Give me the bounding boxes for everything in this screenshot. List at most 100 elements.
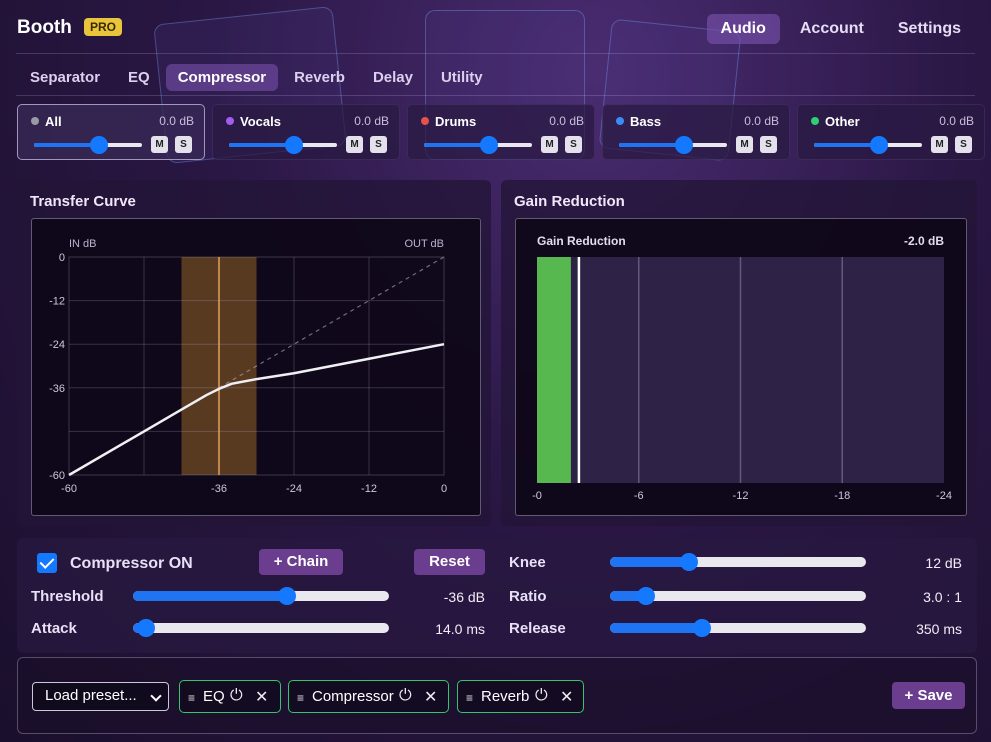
stem-other[interactable]: Other 0.0 dB M S <box>797 104 985 160</box>
stem-color-dot <box>226 117 234 125</box>
gain-reduction-panel: Gain Reduction Gain Reduction -2.0 dB -0 -6… <box>501 180 977 526</box>
close-icon[interactable]: ✕ <box>560 687 573 707</box>
y-tick-label: -12 <box>49 296 65 308</box>
drag-handle-icon[interactable]: ≡ <box>188 691 195 705</box>
slider-thumb[interactable] <box>284 136 303 154</box>
compressor-controls: Compressor ON + Chain Reset Threshold -3… <box>17 538 977 653</box>
stem-all[interactable]: All 0.0 dB M S <box>17 104 205 160</box>
power-icon[interactable]: ⏻ <box>535 687 548 705</box>
stem-gain-slider[interactable] <box>814 136 922 154</box>
tab-account[interactable]: Account <box>786 14 878 44</box>
tab-audio[interactable]: Audio <box>706 14 780 44</box>
stem-gain-value: 0.0 dB <box>744 114 779 128</box>
compressor-on-checkbox[interactable] <box>37 553 57 573</box>
knee-value: 12 dB <box>925 555 962 571</box>
drag-handle-icon[interactable]: ≡ <box>466 691 473 705</box>
add-to-chain-button[interactable]: + Chain <box>259 549 343 575</box>
x-tick-label: -12 <box>361 483 377 495</box>
stem-gain-slider[interactable] <box>34 136 142 154</box>
slider-thumb[interactable] <box>136 619 155 637</box>
solo-button[interactable]: S <box>760 136 777 153</box>
mute-button[interactable]: M <box>346 136 363 153</box>
stem-color-dot <box>616 117 624 125</box>
x-tick-label: -24 <box>286 483 302 495</box>
stem-gain-slider[interactable] <box>424 136 532 154</box>
chain-item-reverb[interactable]: ≡ Reverb ⏻ ✕ <box>457 680 584 713</box>
drag-handle-icon[interactable]: ≡ <box>297 691 304 705</box>
power-icon[interactable]: ⏻ <box>230 687 243 705</box>
tab-eq[interactable]: EQ <box>116 64 162 91</box>
stem-name: Other <box>825 114 860 129</box>
pro-badge: PRO <box>84 18 123 36</box>
slider-thumb[interactable] <box>693 619 712 637</box>
power-icon[interactable]: ⏻ <box>399 687 412 705</box>
y-tick-label: -60 <box>49 470 65 482</box>
slider-thumb[interactable] <box>636 587 655 605</box>
slider-thumb[interactable] <box>869 136 888 154</box>
chain-item-compressor[interactable]: ≡ Compressor ⏻ ✕ <box>288 680 449 713</box>
transfer-curve-plot: IN dB OUT dB 0 -12 -24 -36 -60 -60 -36 -24 -12 0 <box>31 218 481 516</box>
attack-slider[interactable] <box>133 619 389 637</box>
release-slider[interactable] <box>610 619 866 637</box>
threshold-value: -36 dB <box>443 589 485 605</box>
release-value: 350 ms <box>916 621 962 637</box>
stem-gain-value: 0.0 dB <box>354 114 389 128</box>
module-tabs: Separator EQ Compressor Reverb Delay Uti… <box>18 64 495 91</box>
knee-slider[interactable] <box>610 553 866 571</box>
attack-label: Attack <box>31 620 77 637</box>
tab-compressor[interactable]: Compressor <box>165 64 279 91</box>
tab-utility[interactable]: Utility <box>429 64 495 91</box>
stem-name: Vocals <box>240 114 281 129</box>
save-preset-button[interactable]: + Save <box>892 682 965 709</box>
meter-tick-label: -0 <box>532 490 542 502</box>
chevron-down-icon <box>150 690 162 702</box>
tab-separator[interactable]: Separator <box>18 64 112 91</box>
stem-gain-slider[interactable] <box>619 136 727 154</box>
top-navigation: Audio Account Settings <box>706 14 975 44</box>
slider-thumb[interactable] <box>479 136 498 154</box>
mute-button[interactable]: M <box>931 136 948 153</box>
stem-strip: All 0.0 dB M S Vocals 0.0 dB M S Drums 0… <box>17 104 985 160</box>
solo-button[interactable]: S <box>565 136 582 153</box>
ratio-slider[interactable] <box>610 587 866 605</box>
x-tick-label: -36 <box>211 483 227 495</box>
solo-button[interactable]: S <box>955 136 972 153</box>
slider-thumb[interactable] <box>89 136 108 154</box>
slider-thumb[interactable] <box>674 136 693 154</box>
tab-delay[interactable]: Delay <box>361 64 425 91</box>
slider-thumb[interactable] <box>680 553 699 571</box>
threshold-slider[interactable] <box>133 587 389 605</box>
meter-tick-label: -6 <box>634 490 644 502</box>
tab-settings[interactable]: Settings <box>884 14 975 44</box>
reset-button[interactable]: Reset <box>414 549 485 575</box>
close-icon[interactable]: ✕ <box>424 687 437 707</box>
app-header: Booth PRO Audio Account Settings <box>0 0 991 54</box>
gain-reduction-value: -2.0 dB <box>904 234 944 248</box>
close-icon[interactable]: ✕ <box>255 687 268 707</box>
stem-name: All <box>45 114 62 129</box>
header-divider <box>16 53 975 54</box>
stem-bass[interactable]: Bass 0.0 dB M S <box>602 104 790 160</box>
stem-gain-value: 0.0 dB <box>549 114 584 128</box>
chain-item-eq[interactable]: ≡ EQ ⏻ ✕ <box>179 680 281 713</box>
meter-tick-label: -24 <box>936 490 952 502</box>
meter-label: Gain Reduction <box>537 234 626 248</box>
stem-vocals[interactable]: Vocals 0.0 dB M S <box>212 104 400 160</box>
solo-button[interactable]: S <box>370 136 387 153</box>
mute-button[interactable]: M <box>736 136 753 153</box>
y-tick-label: -36 <box>49 383 65 395</box>
preset-select-value: Load preset... <box>45 687 137 704</box>
stem-gain-slider[interactable] <box>229 136 337 154</box>
panel-title: Gain Reduction <box>514 193 625 210</box>
slider-thumb[interactable] <box>277 587 296 605</box>
solo-button[interactable]: S <box>175 136 192 153</box>
stem-gain-value: 0.0 dB <box>939 114 974 128</box>
mute-button[interactable]: M <box>541 136 558 153</box>
preset-select[interactable]: Load preset... <box>32 682 169 711</box>
mute-button[interactable]: M <box>151 136 168 153</box>
gain-reduction-bar <box>537 257 571 483</box>
tab-reverb[interactable]: Reverb <box>282 64 357 91</box>
subnav-divider <box>16 95 975 96</box>
chain-item-label: EQ <box>203 688 225 705</box>
stem-drums[interactable]: Drums 0.0 dB M S <box>407 104 595 160</box>
